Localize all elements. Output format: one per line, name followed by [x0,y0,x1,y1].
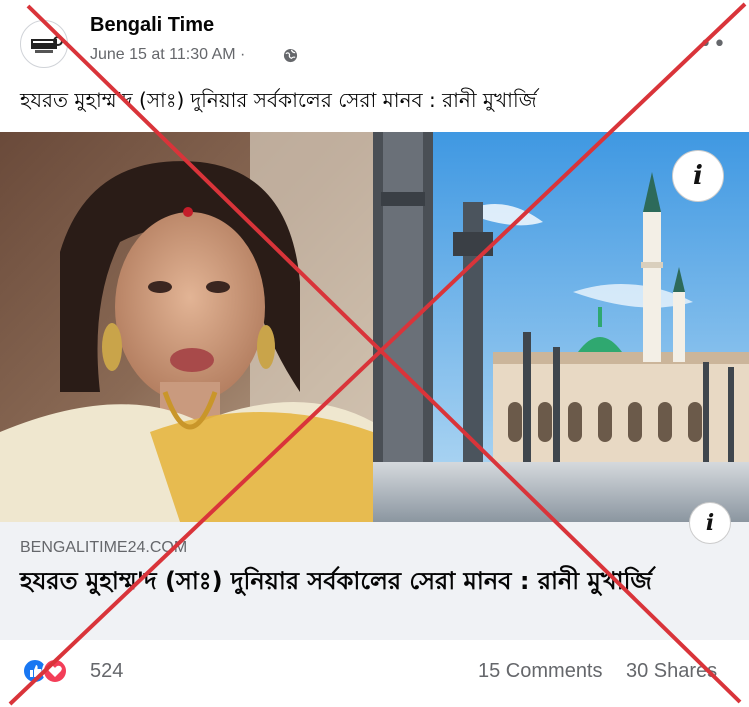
globe-icon[interactable] [283,48,298,63]
more-options-icon[interactable]: •• [699,32,727,57]
reaction-count[interactable]: 524 [90,660,123,683]
page-name-link[interactable]: Bengali Time [90,14,214,37]
love-reaction-icon [42,658,68,684]
post-timestamp[interactable]: June 15 at 11:30 AM · [90,46,245,64]
page-avatar[interactable] [20,20,68,68]
info-icon-top[interactable]: i [672,150,724,202]
info-icon-bottom[interactable]: i [689,502,731,544]
portrait-image [0,132,373,522]
shares-count-link[interactable]: 30 Shares [626,660,717,683]
link-preview-image[interactable] [0,132,749,522]
comments-count-link[interactable]: 15 Comments [478,660,603,683]
link-title[interactable]: হযরত মুহাম্ম'দ (সাঃ) দুনিয়ার সর্বকালের … [20,565,710,597]
facebook-post: Bengali Time June 15 at 11:30 AM · •• হয… [0,0,749,707]
meta-separator: · [240,46,246,63]
link-domain: BENGALITIME24.COM [20,539,188,556]
timestamp-text[interactable]: June 15 at 11:30 AM [90,46,236,63]
post-text: হযরত মুহাম্ম'দ (সাঃ) দুনিয়ার সর্বকালের … [20,88,537,112]
